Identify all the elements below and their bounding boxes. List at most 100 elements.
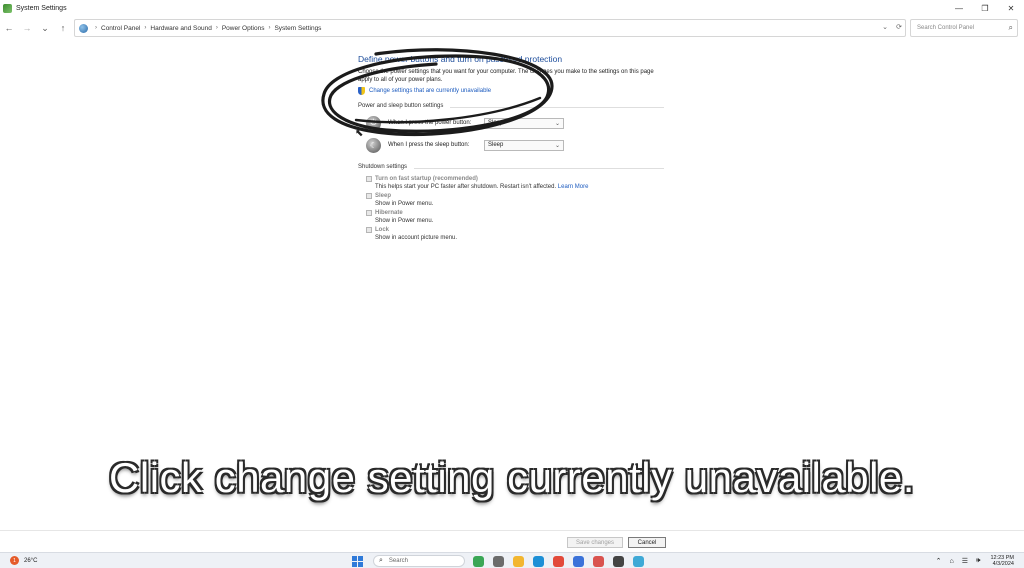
- hibernate-checkbox[interactable]: [366, 210, 372, 216]
- close-button[interactable]: ✕: [998, 0, 1024, 16]
- intro-text: Choose the power settings that you want …: [358, 69, 654, 83]
- edge-icon[interactable]: [533, 555, 544, 567]
- power-button-select[interactable]: Sleep ⌄: [484, 117, 564, 129]
- taskbar-search[interactable]: ⌕ Search: [373, 555, 465, 567]
- window-title: System Settings: [16, 4, 67, 12]
- sleep-label: Sleep: [375, 193, 392, 199]
- sleep-button-select[interactable]: Sleep ⌄: [484, 139, 564, 151]
- weather-icon: 1: [10, 556, 19, 565]
- system-tray: ⌃ ⌂ ☰ 🕪 12:23 PM 4/3/2024: [928, 555, 1014, 567]
- sleep-button-label: When I press the sleep button:: [388, 142, 470, 148]
- search-icon: ⌕: [379, 557, 383, 564]
- file-explorer-icon[interactable]: [513, 555, 524, 567]
- taskbar: 1 26°C ⌕ Search ⌃ ⌂ ☰ 🕪 12:23 PM 4/3/202…: [0, 552, 1024, 568]
- search-icon: ⌕: [1008, 23, 1013, 32]
- breadcrumb: › Control Panel › Hardware and Sound › P…: [91, 25, 321, 32]
- address-controls: ⌄ ⟳: [878, 19, 906, 35]
- lock-label: Lock: [375, 227, 390, 233]
- tutorial-caption: Click change setting currently unavailab…: [109, 454, 915, 501]
- up-button[interactable]: ↑: [54, 19, 72, 37]
- chevron-right-icon: ›: [215, 25, 218, 31]
- lock-desc: Show in account picture menu.: [375, 235, 458, 241]
- sleep-desc: Show in Power menu.: [375, 201, 434, 207]
- hibernate-label: Hibernate: [375, 210, 403, 216]
- hibernate-option: Hibernate Show in Power menu.: [366, 210, 668, 224]
- app-icon[interactable]: [593, 555, 604, 567]
- clock[interactable]: 12:23 PM 4/3/2024: [990, 555, 1014, 567]
- address-bar: ← → ⌄ ↑ › Control Panel › Hardware and S…: [0, 18, 1024, 38]
- power-button-value: Sleep: [488, 120, 504, 126]
- save-changes-button[interactable]: Save changes: [567, 537, 623, 548]
- page-title: Define power buttons and turn on passwor…: [358, 54, 563, 64]
- store-icon[interactable]: [573, 555, 584, 567]
- plant-app-icon[interactable]: [473, 555, 484, 567]
- uac-shield-icon: [358, 87, 365, 95]
- refresh-button[interactable]: ⟳: [892, 19, 906, 35]
- power-button-label: When I press the power button:: [388, 120, 472, 126]
- fast-startup-option: Turn on fast startup (recommended) This …: [366, 176, 668, 190]
- lock-option: Lock Show in account picture menu.: [366, 227, 668, 241]
- chevron-down-icon: ⌄: [554, 142, 560, 149]
- chevron-right-icon: ›: [268, 25, 271, 31]
- address-dropdown-button[interactable]: ⌄: [878, 19, 892, 35]
- cancel-button[interactable]: Cancel: [628, 537, 666, 548]
- address-field[interactable]: › Control Panel › Hardware and Sound › P…: [74, 19, 906, 37]
- taskbar-search-label: Search: [388, 558, 408, 564]
- weather-widget[interactable]: 1 26°C: [10, 556, 37, 565]
- remote-desktop-icon[interactable]: [633, 555, 644, 567]
- lock-checkbox[interactable]: [366, 227, 372, 233]
- clock-date: 4/3/2024: [992, 561, 1014, 567]
- control-panel-app-icon: [3, 3, 12, 13]
- terminal-icon[interactable]: [613, 555, 624, 567]
- divider: [414, 168, 664, 169]
- learn-more-link[interactable]: Learn More: [558, 184, 589, 190]
- breadcrumb-hardware-and-sound[interactable]: Hardware and Sound: [150, 25, 211, 32]
- fast-startup-desc: This helps start your PC faster after sh…: [375, 184, 558, 190]
- fast-startup-checkbox[interactable]: [366, 176, 372, 182]
- breadcrumb-power-options[interactable]: Power Options: [222, 25, 265, 32]
- restore-button[interactable]: ❐: [972, 0, 998, 16]
- mouse-cursor-icon: ⬉: [355, 128, 364, 139]
- back-button[interactable]: ←: [0, 19, 18, 37]
- forward-button[interactable]: →: [18, 19, 36, 37]
- chevron-down-icon: ⌄: [554, 120, 560, 127]
- footer-bar: Save changes Cancel: [0, 530, 1024, 552]
- chevron-right-icon: ›: [144, 25, 147, 31]
- recent-locations-button[interactable]: ⌄: [36, 19, 54, 37]
- change-settings-link-label[interactable]: Change settings that are currently unava…: [369, 88, 491, 94]
- shutdown-section-title-label: Shutdown settings: [358, 164, 408, 170]
- hibernate-desc: Show in Power menu.: [375, 218, 434, 224]
- control-panel-icon: [79, 23, 88, 33]
- chevron-up-icon[interactable]: ⌃: [936, 557, 942, 565]
- power-button-icon: ⏻: [366, 115, 381, 131]
- title-bar: System Settings — ❐ ✕: [0, 0, 1024, 16]
- window-controls: — ❐ ✕: [946, 0, 1024, 16]
- search-input[interactable]: Search Control Panel ⌕: [910, 19, 1018, 37]
- weather-temp: 26°C: [24, 557, 38, 564]
- sleep-button-value: Sleep: [488, 142, 504, 148]
- breadcrumb-control-panel[interactable]: Control Panel: [101, 25, 140, 32]
- power-section-title-label: Power and sleep button settings: [358, 103, 444, 109]
- change-settings-link[interactable]: Change settings that are currently unava…: [358, 87, 668, 95]
- sleep-button-row: ☾ When I press the sleep button: Sleep ⌄: [366, 134, 668, 156]
- power-section-title: Power and sleep button settings: [358, 103, 668, 112]
- network-icon[interactable]: ⌂: [950, 558, 954, 565]
- search-placeholder: Search Control Panel: [917, 25, 975, 31]
- taskbar-apps: ⌕ Search: [352, 555, 653, 567]
- sleep-checkbox[interactable]: [366, 193, 372, 199]
- sleep-option: Sleep Show in Power menu.: [366, 193, 668, 207]
- divider: [450, 107, 664, 108]
- main-content: Define power buttons and turn on passwor…: [358, 54, 668, 241]
- shutdown-section-title: Shutdown settings: [358, 164, 668, 173]
- chevron-right-icon: ›: [95, 25, 97, 31]
- chrome-icon[interactable]: [553, 555, 564, 567]
- start-button[interactable]: [352, 555, 363, 567]
- fast-startup-label: Turn on fast startup (recommended): [375, 176, 478, 182]
- breadcrumb-system-settings[interactable]: System Settings: [274, 25, 321, 32]
- volume-icon[interactable]: 🕪: [976, 557, 980, 565]
- power-button-row: ⏻ When I press the power button: Sleep ⌄: [366, 112, 668, 134]
- minimize-button[interactable]: —: [946, 0, 972, 16]
- wifi-icon[interactable]: ☰: [962, 557, 968, 565]
- sleep-button-icon: ☾: [366, 137, 381, 153]
- task-view-icon[interactable]: [493, 555, 504, 567]
